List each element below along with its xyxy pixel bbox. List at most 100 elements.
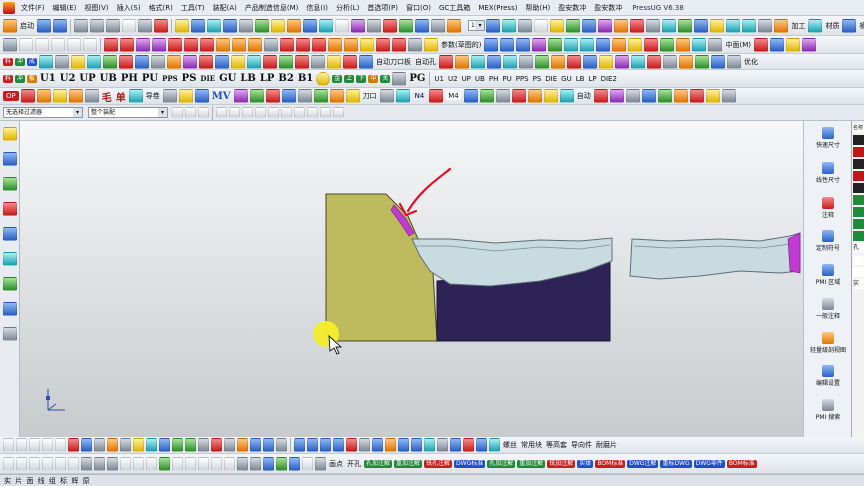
plate-tag[interactable]: 板 [27, 74, 38, 83]
code-lb[interactable]: LB [240, 73, 255, 84]
sketch-icon[interactable] [3, 37, 17, 52]
orange-tool-icon[interactable] [455, 54, 470, 69]
menu-yingan-1[interactable]: 盈安数冲 [554, 3, 590, 13]
fillet-icon[interactable] [42, 438, 53, 452]
center-snap-icon[interactable] [242, 107, 253, 118]
menu-file[interactable]: 文件(F) [17, 3, 49, 13]
yellow-op-4-icon[interactable] [705, 89, 720, 103]
yellow-op-icon[interactable] [178, 89, 193, 103]
red-tool-2-icon[interactable] [439, 54, 454, 69]
color-swatch[interactable] [853, 219, 864, 229]
delete-face-icon[interactable] [376, 37, 390, 52]
circle-6-icon[interactable] [211, 456, 222, 471]
orange-op-2-icon[interactable] [68, 89, 83, 103]
yellow-block-2-icon[interactable] [231, 54, 246, 69]
chamfer-icon[interactable] [55, 438, 66, 452]
red-block-3-icon[interactable] [263, 54, 278, 69]
blue-tool-2-icon[interactable] [487, 54, 502, 69]
green-tool-icon[interactable] [535, 54, 550, 69]
pmi-region-button[interactable]: PMI 区域 [804, 264, 852, 286]
purple-block-icon[interactable] [183, 54, 198, 69]
green-cross-icon[interactable] [313, 89, 328, 103]
code-u2-small[interactable]: U2 [448, 75, 458, 83]
face-icon[interactable] [694, 18, 709, 33]
menu-yingan-2[interactable]: 盈安数冲 [590, 3, 626, 13]
code-gu[interactable]: GU [219, 73, 236, 84]
red-op-icon[interactable] [20, 89, 35, 103]
fit-icon[interactable] [415, 18, 429, 33]
blue-op-icon[interactable] [194, 89, 209, 103]
square-blue-icon[interactable] [263, 456, 274, 471]
dwg-part-tag[interactable]: DWG零件 [693, 459, 725, 468]
green-block-icon[interactable] [103, 54, 118, 69]
tangent-snap-icon[interactable] [307, 107, 318, 118]
nut-icon[interactable] [437, 438, 448, 452]
extrude-icon[interactable] [104, 37, 118, 52]
die-block-icon[interactable] [628, 37, 643, 52]
section-icon[interactable] [367, 18, 381, 33]
green-op-icon[interactable] [249, 89, 264, 103]
blue-tool-icon[interactable] [769, 37, 784, 52]
start-menu-label[interactable]: 启动 [20, 21, 34, 31]
code-pps[interactable]: PPS [162, 74, 178, 83]
bom-standard-tag[interactable]: BOM标准 [595, 459, 626, 468]
view-cube-icon[interactable] [486, 18, 501, 33]
cyan-tool-3-icon[interactable] [631, 54, 646, 69]
unbend-icon[interactable] [532, 37, 547, 52]
purple-tool-2-icon[interactable] [615, 54, 630, 69]
hole-note-tag[interactable]: 孔加注解 [364, 459, 393, 468]
flat-pattern-icon[interactable] [548, 37, 563, 52]
mid-surface-icon[interactable] [708, 37, 723, 52]
edit-settings-button[interactable]: 编辑设置 [804, 365, 852, 387]
blank-icon[interactable] [580, 37, 595, 52]
layer-icon[interactable] [239, 18, 253, 33]
thicken-icon[interactable] [248, 37, 262, 52]
gray-op-6-icon[interactable] [625, 89, 640, 103]
punch-tag-2[interactable]: 冲 [15, 74, 26, 83]
reuse-library-icon[interactable] [3, 202, 17, 216]
project-icon[interactable] [133, 438, 144, 452]
offset-2-icon[interactable] [68, 456, 79, 471]
command-finder-icon[interactable] [175, 18, 189, 33]
arc-icon[interactable] [29, 438, 40, 452]
pencil-icon[interactable] [159, 456, 170, 471]
dimension-icon[interactable] [185, 438, 196, 452]
bottom-view-icon[interactable] [566, 18, 581, 33]
die-block[interactable] [325, 193, 438, 342]
copy-icon[interactable] [122, 18, 136, 33]
gray-op-7-icon[interactable] [721, 89, 736, 103]
color-swatch[interactable] [853, 135, 864, 145]
cut-icon[interactable] [106, 18, 120, 33]
code-b1[interactable]: B1 [298, 73, 313, 84]
pin-icon[interactable] [411, 438, 422, 452]
menu-analysis[interactable]: 分析(L) [332, 3, 363, 13]
thread-icon[interactable] [372, 438, 383, 452]
red-tool-icon[interactable] [753, 37, 768, 52]
midpoint-snap-icon[interactable] [229, 107, 240, 118]
custom-symbol-button[interactable]: 定制符号 [804, 230, 852, 252]
op-button[interactable]: OP [3, 91, 19, 101]
u-shape-icon[interactable] [172, 456, 183, 471]
redo-icon[interactable] [90, 18, 104, 33]
edge-icon[interactable] [678, 18, 693, 33]
auto-label[interactable]: 自动 [577, 91, 591, 101]
menu-format[interactable]: 格式(R) [145, 3, 177, 13]
part-navigator-icon[interactable] [3, 127, 17, 141]
slant-line-icon[interactable] [81, 456, 92, 471]
template-board-icon[interactable] [842, 18, 857, 33]
code-u2[interactable]: U2 [60, 73, 76, 84]
chamfer-icon[interactable] [152, 37, 166, 52]
mv-label[interactable]: MV [212, 91, 231, 102]
dwg-note-tag[interactable]: DWG注解 [627, 459, 659, 468]
gray-op-4-icon[interactable] [379, 89, 394, 103]
green-block-2-icon[interactable] [279, 54, 294, 69]
general-note-button[interactable]: 一般注释 [804, 298, 852, 320]
blue-op-3-icon[interactable] [463, 89, 478, 103]
circle-5-icon[interactable] [198, 456, 209, 471]
auto-die-board-label[interactable]: 自动刀口板 [376, 57, 411, 67]
red-op-6-icon[interactable] [689, 89, 704, 103]
optimize-label[interactable]: 优化 [744, 57, 758, 67]
bushing-icon[interactable] [476, 438, 487, 452]
circle-3-icon[interactable] [146, 456, 157, 471]
orange-op-icon[interactable] [36, 89, 51, 103]
